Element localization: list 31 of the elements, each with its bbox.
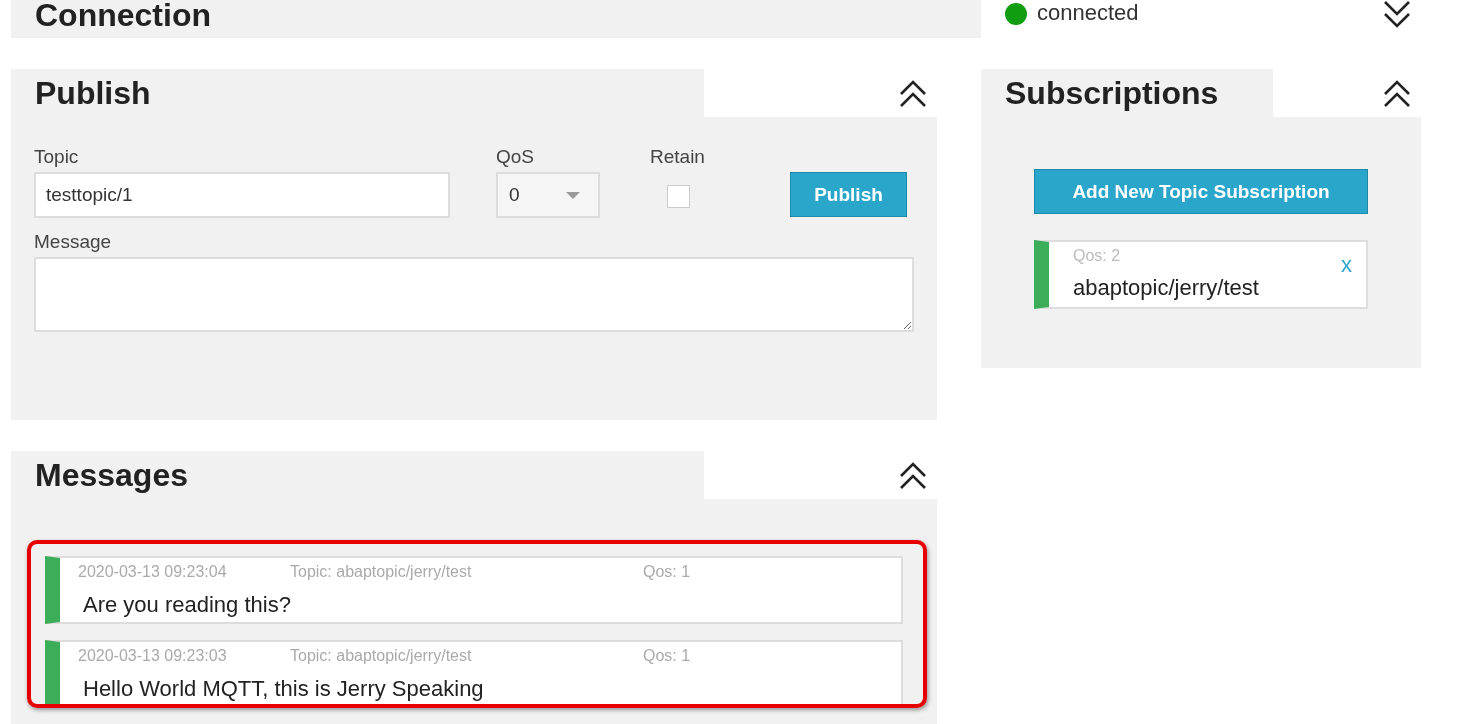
caret-icon	[566, 191, 580, 199]
message-topic: Topic: abaptopic/jerry/test	[290, 562, 473, 582]
unsubscribe-button[interactable]: x	[1341, 252, 1352, 278]
message-input[interactable]	[34, 257, 914, 332]
field-label: QoS	[496, 146, 536, 169]
panel-title: Publish	[11, 69, 704, 117]
message-text: Hello World MQTT, this is Jerry Speaking	[82, 676, 485, 702]
expand-icon[interactable]	[1383, 0, 1411, 30]
message-qos: Qos: 1	[643, 562, 691, 582]
field-label: Retain	[650, 146, 706, 169]
field-label: Topic	[34, 146, 80, 169]
status-text: connected	[1037, 0, 1139, 26]
message-topic: Topic: abaptopic/jerry/test	[290, 646, 473, 666]
panel-title: Subscriptions	[981, 69, 1273, 117]
panel-title: Connection	[11, 0, 981, 38]
publish-button[interactable]: Publish	[790, 172, 907, 217]
retain-checkbox[interactable]	[667, 185, 690, 208]
message-qos: Qos: 1	[643, 646, 691, 666]
message-time: 2020-03-13 09:23:03	[78, 646, 228, 666]
subscription-qos: Qos: 2	[1073, 246, 1122, 266]
field-label: Message	[34, 231, 113, 254]
qos-dropdown[interactable]: 0	[496, 172, 600, 218]
topic-input[interactable]: testtopic/1	[34, 172, 450, 218]
panel-title: Messages	[11, 451, 704, 499]
message-time: 2020-03-13 09:23:04	[78, 562, 228, 582]
collapse-icon[interactable]	[899, 460, 927, 490]
message-text: Are you reading this?	[82, 592, 292, 618]
collapse-icon[interactable]	[1383, 78, 1411, 108]
subscription-topic: abaptopic/jerry/test	[1073, 275, 1259, 301]
add-subscription-button[interactable]: Add New Topic Subscription	[1034, 169, 1368, 214]
collapse-icon[interactable]	[899, 78, 927, 108]
